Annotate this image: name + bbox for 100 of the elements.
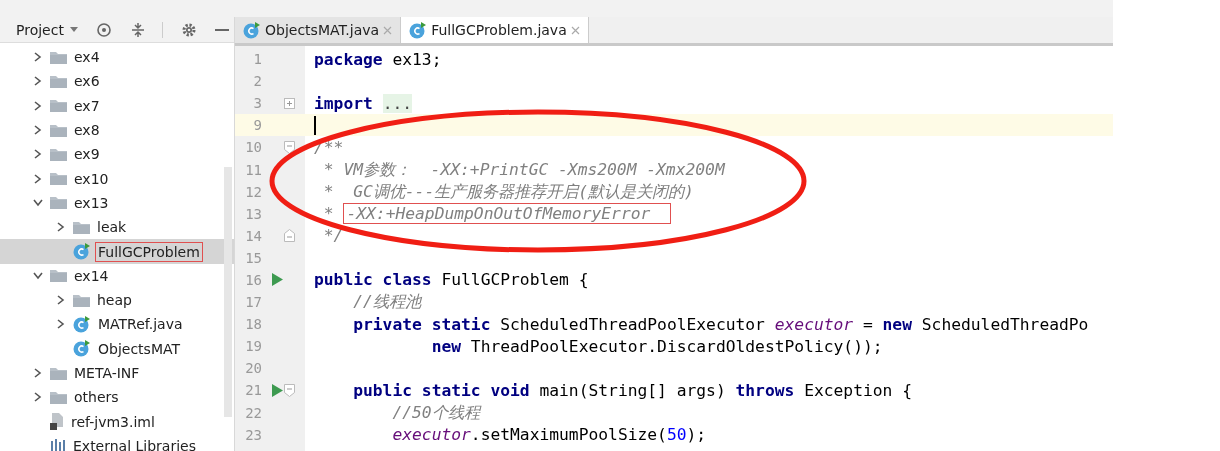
fold-start-icon[interactable]: [284, 383, 295, 397]
tree-row[interactable]: ex13: [0, 190, 234, 216]
tree-row[interactable]: FullGCProblem: [0, 239, 234, 264]
line-number: 22: [244, 404, 262, 421]
tree-item-label[interactable]: ex9: [71, 144, 103, 165]
tree-row[interactable]: ex10: [0, 166, 234, 191]
line-number: 20: [244, 360, 262, 377]
tree-row[interactable]: others: [0, 385, 234, 410]
tree-row[interactable]: MATRef.java: [0, 312, 234, 337]
code-text: //50个线程: [391, 401, 480, 424]
tree-item-label[interactable]: ex6: [71, 71, 103, 92]
tree-row[interactable]: External Libraries: [0, 433, 234, 451]
code-text: package ex13;: [314, 49, 442, 69]
tree-row[interactable]: ref-jvm3.iml: [0, 409, 234, 434]
tree-item-label[interactable]: others: [71, 387, 122, 408]
folder-icon: [50, 172, 67, 186]
tree-item-label[interactable]: ref-jvm3.iml: [68, 411, 158, 432]
folder-icon: [50, 147, 67, 161]
fold-start-icon[interactable]: [284, 140, 295, 154]
settings-icon[interactable]: [180, 21, 197, 38]
line-number: 10: [244, 139, 262, 156]
line-number: 1: [252, 51, 262, 68]
folder-icon: [73, 293, 90, 307]
line-number: 17: [244, 294, 262, 311]
library-icon: [50, 438, 66, 451]
expand-fold-icon[interactable]: [284, 97, 295, 109]
tree-row[interactable]: META-INF: [0, 360, 234, 386]
tab-label[interactable]: FullGCProblem.java: [431, 22, 567, 38]
line-number: 14: [244, 227, 262, 244]
line-number: 13: [244, 205, 262, 222]
tree-item-label[interactable]: ObjectsMAT: [95, 338, 183, 359]
line-number: 21: [244, 382, 262, 399]
class-icon: [409, 21, 428, 39]
run-icon[interactable]: [271, 383, 283, 397]
tree-item-label[interactable]: leak: [94, 217, 130, 238]
folder-icon: [50, 123, 67, 137]
run-icon[interactable]: [271, 273, 283, 287]
tree-item-label[interactable]: FullGCProblem: [95, 241, 203, 262]
tree-item-label[interactable]: ex14: [71, 265, 112, 286]
line-number: 16: [244, 272, 262, 288]
code-text: private static ScheduledThreadPoolExecutor executor = new ScheduledThreadPo: [352, 314, 1089, 334]
class-icon: [73, 243, 91, 260]
line-number: 15: [244, 249, 262, 266]
tree-item-label[interactable]: ex4: [71, 47, 103, 68]
line-number: 23: [244, 426, 262, 443]
tree-row[interactable]: ex8: [0, 117, 234, 143]
code-text: new ThreadPoolExecutor.DiscardOldestPolicy());: [430, 336, 883, 356]
code-text: import ...: [314, 93, 413, 113]
line-number: 11: [244, 161, 262, 178]
dropdown-caret-icon[interactable]: [69, 26, 78, 33]
tree-row[interactable]: ex6: [0, 69, 234, 94]
tree-item-label[interactable]: MATRef.java: [95, 314, 186, 335]
tree-row[interactable]: ObjectsMAT: [0, 336, 234, 361]
folder-icon: [50, 390, 67, 404]
folder-icon: [50, 196, 67, 210]
code-text: * GC调优---生产服务器推荐开启(默认是关闭的): [322, 180, 694, 203]
collapse-all-icon[interactable]: [129, 21, 146, 38]
tree-row[interactable]: leak: [0, 215, 234, 240]
folder-icon: [50, 74, 67, 88]
tree-item-label[interactable]: ex10: [71, 168, 112, 189]
line-number: 9: [252, 117, 262, 134]
folder-icon: [50, 99, 67, 113]
line-number: 12: [244, 183, 262, 200]
class-icon: [73, 340, 91, 358]
tree-row[interactable]: heap: [0, 287, 234, 313]
folder-icon: [50, 366, 67, 380]
folder-icon: [73, 220, 90, 234]
editor-tab[interactable]: FullGCProblem.java: [401, 17, 589, 43]
code-text: * VM参数： -XX:+PrintGC -Xms200M -Xmx200M: [322, 158, 725, 181]
locate-icon[interactable]: [95, 21, 112, 38]
line-number: 19: [244, 338, 262, 355]
line-number: 3: [252, 95, 262, 112]
tab-label[interactable]: ObjectsMAT.java: [265, 22, 380, 38]
highlighted-code: -XX:+HeapDumpOnOutOfMemoryError: [343, 203, 672, 225]
code-text: public static void main(String[] args) throws Exception {: [352, 380, 912, 400]
tree-item-label[interactable]: External Libraries: [70, 435, 199, 451]
line-number: 2: [252, 73, 262, 90]
code-text: //线程池: [352, 291, 421, 314]
view-selector[interactable]: Project: [16, 21, 64, 38]
scrollbar[interactable]: [224, 167, 232, 417]
code-text: executor.setMaximumPoolSize(50);: [391, 425, 707, 445]
tree-item-label[interactable]: ex8: [71, 120, 103, 141]
class-icon: [243, 21, 261, 39]
tree-item-label[interactable]: META-INF: [71, 363, 143, 383]
code-text: public class FullGCProblem {: [314, 270, 589, 290]
tree-row[interactable]: ex9: [0, 142, 234, 167]
folder-icon: [50, 50, 67, 64]
tree-item-label[interactable]: ex13: [71, 192, 112, 213]
tree-row[interactable]: ex7: [0, 93, 234, 118]
tree-row[interactable]: ex4: [0, 45, 234, 70]
code-text: *: [322, 204, 335, 224]
file-icon: [50, 413, 64, 431]
code-text: */: [322, 226, 344, 246]
tree-row[interactable]: ex14: [0, 263, 234, 288]
tree-item-label[interactable]: heap: [94, 290, 135, 311]
class-icon: [73, 315, 91, 333]
tree-item-label[interactable]: ex7: [71, 95, 103, 116]
line-number: 18: [244, 316, 262, 333]
editor-tab[interactable]: ObjectsMAT.java: [235, 17, 402, 43]
folder-icon: [50, 269, 67, 283]
